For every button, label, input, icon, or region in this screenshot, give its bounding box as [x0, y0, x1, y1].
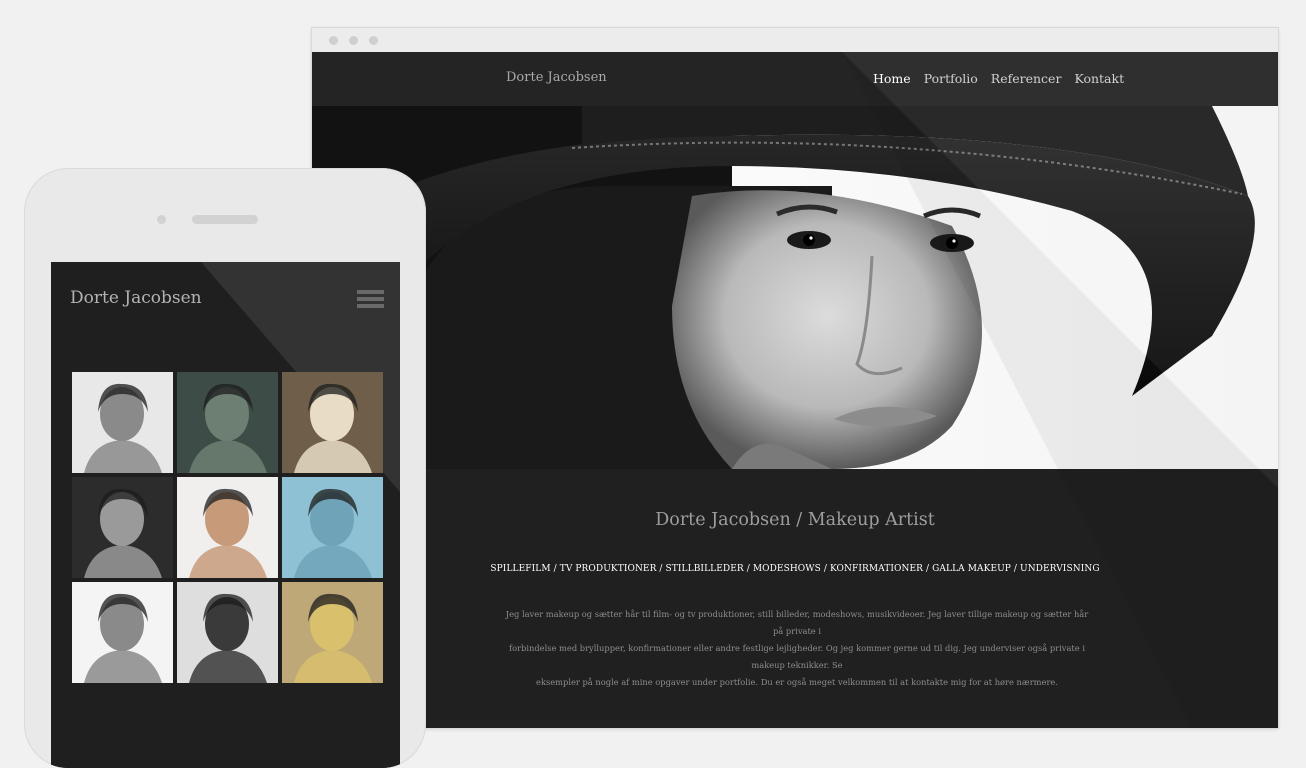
intro-paragraph: Jeg laver makeup og sætter hår til film-…	[502, 606, 1092, 691]
nav-item-kontakt[interactable]: Kontakt	[1074, 71, 1124, 86]
nav-item-portfolio[interactable]: Portfolio	[924, 71, 978, 86]
portfolio-thumbnail[interactable]	[282, 582, 383, 683]
site-nav: Home Portfolio Referencer Kontakt	[873, 71, 1124, 86]
site-brand[interactable]: Dorte Jacobsen	[506, 70, 607, 85]
nav-item-home[interactable]: Home	[873, 71, 911, 86]
portfolio-thumbnail[interactable]	[282, 477, 383, 578]
phone-camera	[157, 215, 166, 224]
intro-section: Dorte Jacobsen / Makeup Artist SPILLEFIL…	[312, 469, 1278, 728]
window-dot-minimize	[349, 36, 358, 45]
nav-item-referencer[interactable]: Referencer	[991, 71, 1062, 86]
site-header: Dorte Jacobsen Home Portfolio Referencer…	[312, 52, 1278, 106]
mobile-screen: Dorte Jacobsen	[51, 262, 400, 768]
mobile-brand[interactable]: Dorte Jacobsen	[70, 288, 202, 308]
portfolio-thumbnail[interactable]	[177, 477, 278, 578]
portfolio-thumbnail[interactable]	[177, 372, 278, 473]
portfolio-thumbnail-grid	[72, 372, 383, 683]
hero-portrait-image	[312, 106, 1278, 469]
phone-speaker	[192, 215, 258, 224]
browser-chrome	[312, 28, 1278, 53]
intro-line: Jeg laver makeup og sætter hår til film-…	[505, 609, 1089, 636]
window-dot-maximize	[369, 36, 378, 45]
intro-title: Dorte Jacobsen / Makeup Artist	[655, 510, 935, 530]
hamburger-menu-icon[interactable]	[357, 290, 384, 309]
window-dot-close	[329, 36, 338, 45]
desktop-browser-mockup: Dorte Jacobsen Home Portfolio Referencer…	[312, 28, 1278, 728]
portfolio-thumbnail[interactable]	[72, 477, 173, 578]
portfolio-thumbnail[interactable]	[177, 582, 278, 683]
portfolio-thumbnail[interactable]	[72, 372, 173, 473]
portfolio-thumbnail[interactable]	[282, 372, 383, 473]
mobile-phone-mockup: Dorte Jacobsen	[24, 168, 426, 768]
portfolio-thumbnail[interactable]	[72, 582, 173, 683]
intro-line: forbindelse med bryllupper, konfirmation…	[509, 643, 1085, 670]
services-list: SPILLEFILM / TV PRODUKTIONER / STILLBILL…	[490, 564, 1100, 574]
